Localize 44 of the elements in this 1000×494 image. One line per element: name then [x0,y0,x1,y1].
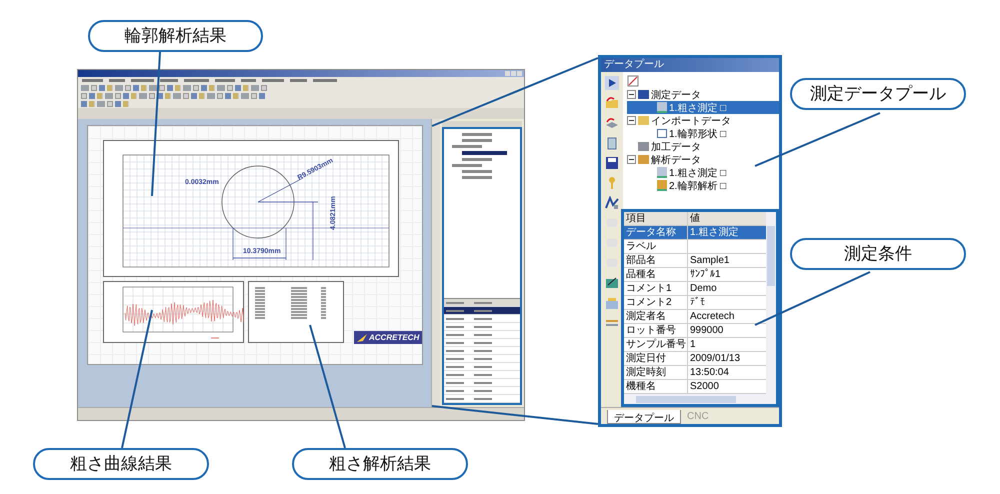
property-row[interactable]: コメント1 Demo [624,282,766,296]
tray-icon[interactable] [605,116,619,130]
chart-icon[interactable] [605,276,619,290]
tree-item[interactable]: 1.輪郭形状 □ [627,127,779,140]
callout-label: 輪郭解析結果 [88,20,263,52]
callout-label: 粗さ解析結果 [292,448,468,480]
company-logo: ACCRETECH [354,331,422,344]
property-row[interactable]: データ名称 1.粗さ測定 [624,226,766,240]
tree-item[interactable]: 解析データ [627,153,779,166]
folder-icon[interactable] [605,96,619,110]
callout-label: 測定条件 [790,238,966,270]
scroll-bar[interactable] [766,212,776,394]
property-row[interactable]: 部品名 Sample1 [624,254,766,268]
callout-label: 粗さ曲線結果 [33,448,209,480]
tree-item[interactable]: 加工データ [627,140,779,153]
panel-tab[interactable]: データプール [607,410,681,424]
trash-icon[interactable] [605,136,619,150]
property-row[interactable]: ラベル [624,240,766,254]
property-row[interactable]: 品種名 ｻﾝﾌﾟﾙ1 [624,268,766,282]
property-row[interactable]: 測定日付 2009/01/13 [624,352,766,366]
property-row[interactable]: コメント2 ﾃﾞﾓ [624,296,766,310]
property-row[interactable]: サンプル番号 1 [624,338,766,352]
window-controls-icon[interactable] [505,71,522,76]
column-header: 項目 [624,212,688,225]
new-document-icon[interactable] [627,75,639,87]
tree-item[interactable]: 測定データ [627,88,779,101]
property-row[interactable]: 測定時刻 13:50:04 [624,366,766,380]
scroll-bar[interactable] [624,394,776,404]
column-header: 値 [689,212,700,225]
tree-item[interactable]: 1.粗さ測定 □ [627,101,779,114]
collapse-icon[interactable] [627,116,636,125]
panel-title: データプール [601,58,779,72]
property-row[interactable]: ロット番号 999000 [624,324,766,338]
tree-item[interactable]: インポートデータ [627,114,779,127]
tree-item[interactable]: 2.輪郭解析 □ [627,179,779,192]
tree-item[interactable]: 1.粗さ測定 □ [627,166,779,179]
collapse-icon[interactable] [627,90,636,99]
callout-label: 測定データプール [790,78,966,110]
collapse-icon[interactable] [627,155,636,164]
stack-icon[interactable] [605,296,619,310]
property-row[interactable]: 測定者名 Accretech [624,310,766,324]
play-icon[interactable] [605,76,619,90]
save-icon[interactable] [605,156,619,170]
scroll-bar[interactable] [431,119,440,407]
